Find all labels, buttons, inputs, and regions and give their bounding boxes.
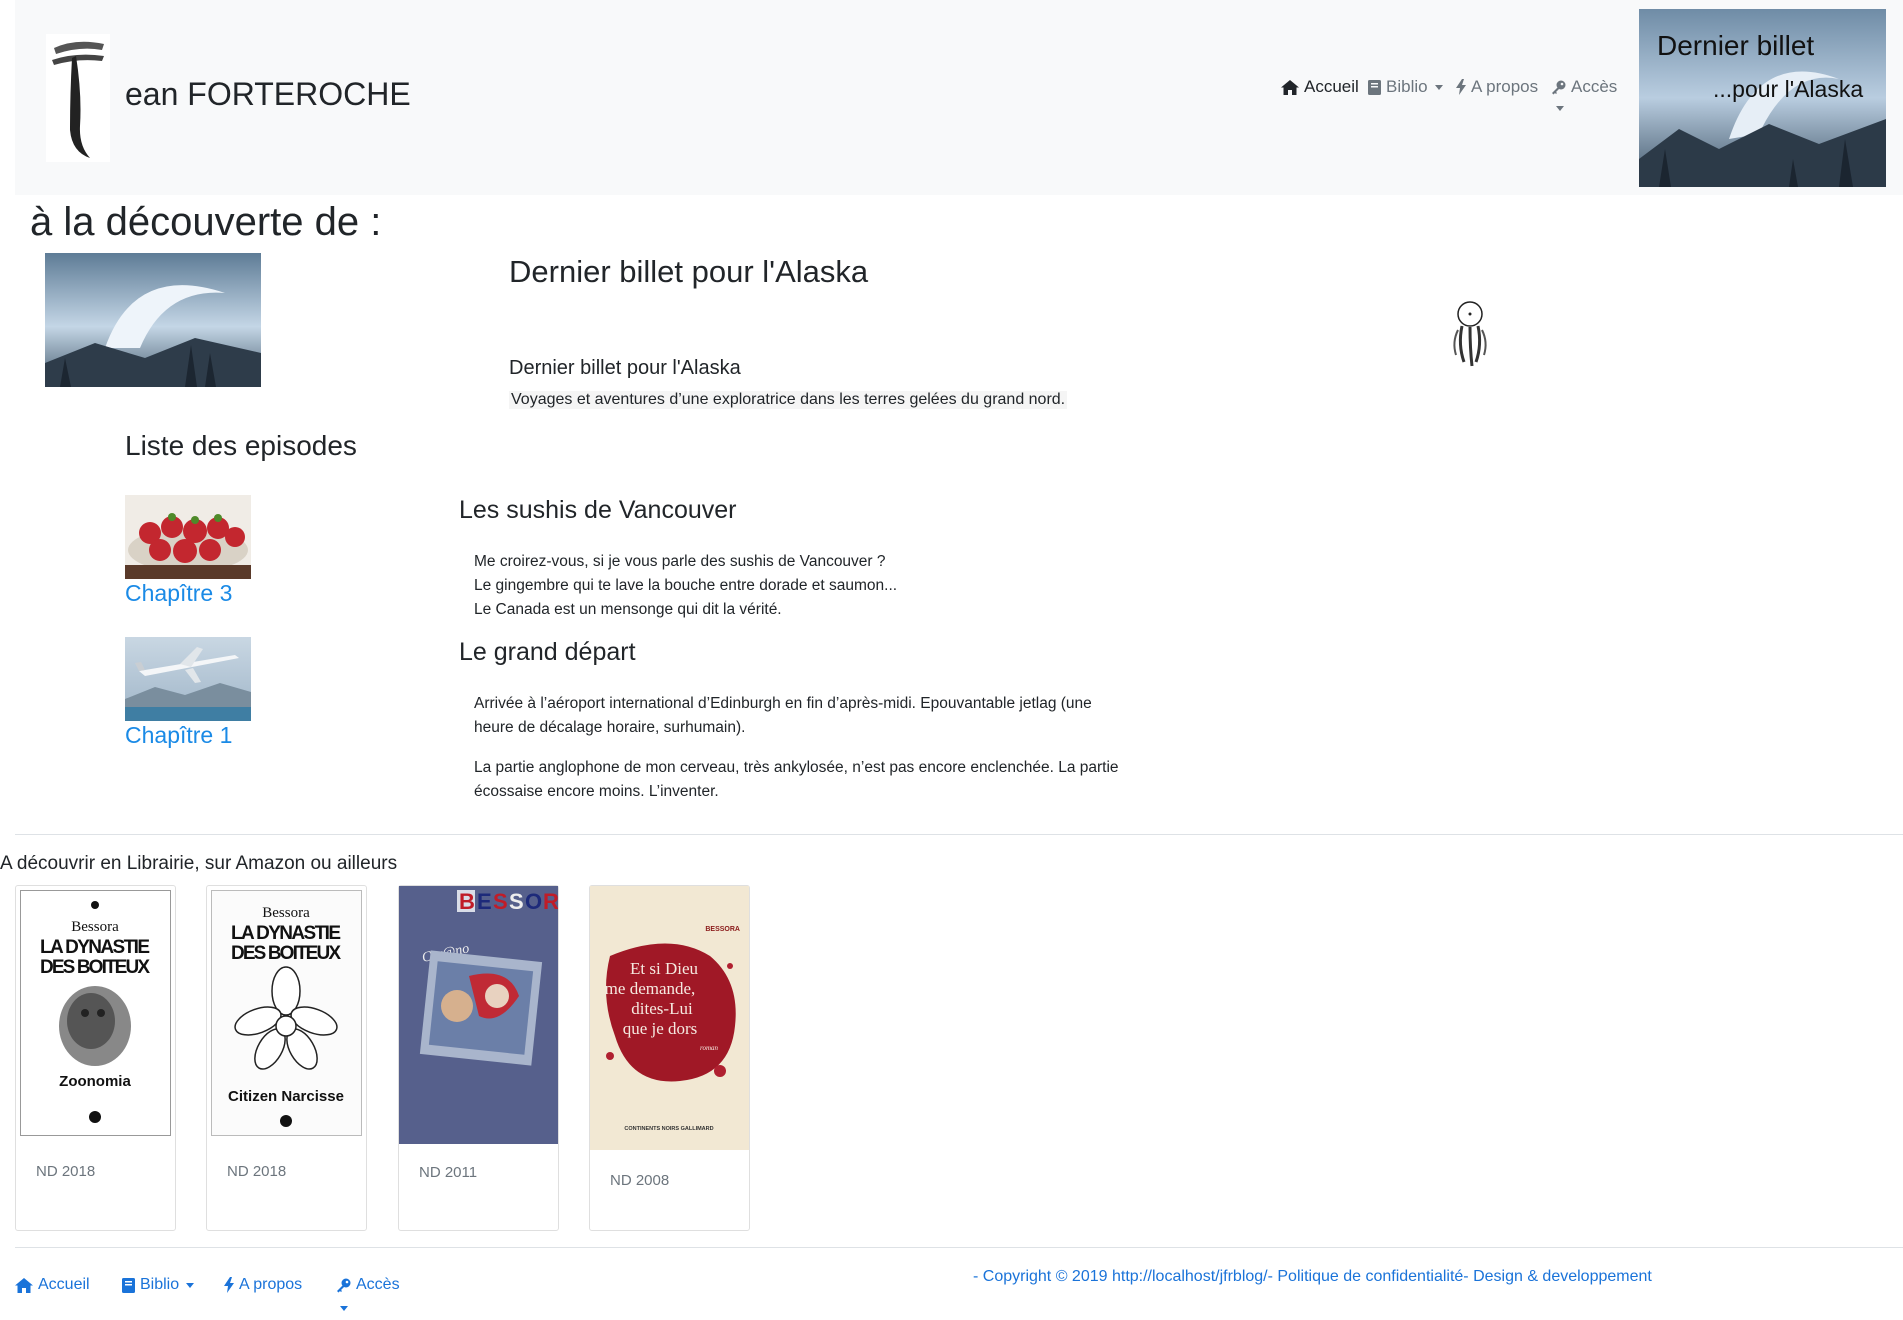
cover-footer: CONTINENTS NOIRS GALLIMARD [624, 1126, 713, 1132]
cover-subtitle: Citizen Narcisse [228, 1088, 344, 1105]
nav-apropos-label: A propos [1471, 77, 1539, 96]
cover-author: BESSORA [705, 926, 740, 933]
episode-title: Le grand départ [459, 638, 636, 666]
page-title: à la découverte de : [30, 200, 382, 244]
banner-subtitle: ...pour l'Alaska [1713, 76, 1864, 102]
footer-nav-acces[interactable]: Accès [336, 1276, 400, 1294]
excerpt-line: Le Canada est un mensonge qui dit la vér… [474, 601, 782, 618]
librairie-heading: A découvrir en Librairie, sur Amazon ou … [0, 853, 398, 874]
footer-nav-biblio-label: Biblio [140, 1276, 180, 1293]
footer-nav-accueil[interactable]: Accueil [15, 1276, 90, 1294]
book-card[interactable]: BESSOR Cyr@no ND 2011 [398, 885, 559, 1231]
svg-text:O: O [525, 889, 542, 914]
footer-nav-apropos[interactable]: A propos [224, 1276, 302, 1294]
footer-nav-biblio[interactable]: Biblio [122, 1276, 195, 1294]
svg-text:B: B [459, 889, 475, 914]
bolt-icon [1456, 79, 1466, 95]
book-cover: Bessora LA DYNASTIE DES BOITEUX Zoonomia [20, 890, 171, 1136]
nav-accueil[interactable]: Accueil [1281, 77, 1359, 97]
nav-accueil-label: Accueil [1304, 77, 1359, 96]
book-icon [122, 1277, 135, 1293]
excerpt-line: Arrivée à l’aéroport international d’Edi… [474, 695, 1092, 712]
book-title: Dernier billet pour l'Alaska [509, 254, 869, 289]
cover-author: Bessora [71, 919, 119, 935]
key-icon [1552, 80, 1566, 94]
nav-apropos[interactable]: A propos [1456, 77, 1538, 97]
nav-acces[interactable]: Accès [1551, 77, 1617, 97]
key-icon [337, 1278, 351, 1292]
book-year: ND 2018 [227, 1163, 287, 1180]
cover-subtitle: Zoonomia [59, 1073, 131, 1090]
footer-nav-accueil-label: Accueil [38, 1276, 90, 1293]
svg-text:DES BOITEUX: DES BOITEUX [40, 957, 150, 978]
book-card[interactable]: Bessora LA DYNASTIE DES BOITEUX Citizen … [206, 885, 367, 1231]
excerpt-line: Le gingembre qui te lave la bouche entre… [474, 577, 898, 594]
book-cover: Bessora LA DYNASTIE DES BOITEUX Citizen … [211, 890, 362, 1136]
episode-title: Les sushis de Vancouver [459, 496, 737, 524]
chevron-down-icon [186, 1282, 195, 1288]
chevron-down-icon [1434, 84, 1443, 90]
episode-thumbnail[interactable] [125, 495, 251, 579]
footer-nav-apropos-label: A propos [239, 1276, 303, 1293]
divider [15, 834, 1903, 835]
svg-text:LA DYNASTIE: LA DYNASTIE [231, 923, 341, 944]
excerpt-line: écossaise encore moins. L’inventer. [474, 783, 719, 800]
excerpt-line: Me croirez-vous, si je vous parle des su… [474, 553, 886, 570]
logo[interactable] [46, 34, 110, 162]
chevron-down-icon[interactable] [1556, 106, 1564, 111]
book-year: ND 2018 [36, 1163, 96, 1180]
copyright[interactable]: - Copyright © 2019 http://localhost/jfrb… [973, 1268, 1652, 1286]
svg-text:R: R [543, 889, 558, 914]
episode-link[interactable]: Chapître 3 [125, 580, 232, 607]
book-cover: BESSORA Et si Dieu me demande, dites-Lui… [590, 886, 749, 1150]
book-card[interactable]: Bessora LA DYNASTIE DES BOITEUX Zoonomia… [15, 885, 176, 1231]
home-icon [15, 1277, 33, 1293]
cover-subtitle: roman [700, 1044, 719, 1052]
book-icon [1368, 79, 1381, 95]
svg-text:dites-Lui: dites-Lui [631, 999, 693, 1018]
home-icon [1281, 79, 1299, 95]
episode-excerpt: Me croirez-vous, si je vous parle des su… [474, 550, 1154, 622]
banner-title: Dernier billet [1657, 30, 1815, 61]
svg-text:S: S [509, 889, 524, 914]
brand-name[interactable]: ean FORTEROCHE [125, 76, 411, 113]
cover-author: Bessora [262, 905, 310, 921]
svg-text:S: S [493, 889, 508, 914]
book-card[interactable]: BESSORA Et si Dieu me demande, dites-Lui… [589, 885, 750, 1231]
excerpt-line: heure de décalage horaire, surhumain). [474, 719, 746, 736]
svg-text:Et si Dieu: Et si Dieu [630, 959, 698, 978]
svg-text:LA DYNASTIE: LA DYNASTIE [40, 937, 150, 958]
episode-excerpt: Arrivée à l’aéroport international d’Edi… [474, 692, 1154, 804]
divider [15, 1247, 1903, 1248]
book-year: ND 2008 [610, 1172, 670, 1189]
excerpt-line: La partie anglophone de mon cerveau, trè… [474, 759, 1119, 776]
episode-link[interactable]: Chapître 1 [125, 722, 232, 749]
episode-thumbnail[interactable] [125, 637, 251, 721]
chevron-down-icon[interactable] [340, 1306, 348, 1311]
svg-text:que je dors: que je dors [623, 1019, 698, 1038]
bolt-icon [224, 1277, 234, 1293]
nav-acces-label: Accès [1571, 77, 1618, 96]
svg-text:me demande,: me demande, [605, 979, 696, 998]
book-cover: BESSOR Cyr@no [399, 886, 558, 1144]
svg-text:DES BOITEUX: DES BOITEUX [231, 943, 341, 964]
footer-nav-acces-label: Accès [356, 1276, 400, 1293]
svg-text:E: E [477, 889, 492, 914]
dreamcatcher-icon [1446, 300, 1494, 370]
book-year: ND 2011 [419, 1164, 478, 1181]
nav-biblio[interactable]: Biblio [1368, 77, 1443, 97]
book-subtitle: Dernier billet pour l'Alaska [509, 357, 741, 379]
book-description: Voyages et aventures d’une exploratrice … [509, 391, 1068, 409]
book-cover-image[interactable] [45, 253, 261, 387]
nav-biblio-label: Biblio [1386, 77, 1428, 96]
episodes-heading: Liste des episodes [125, 430, 357, 461]
